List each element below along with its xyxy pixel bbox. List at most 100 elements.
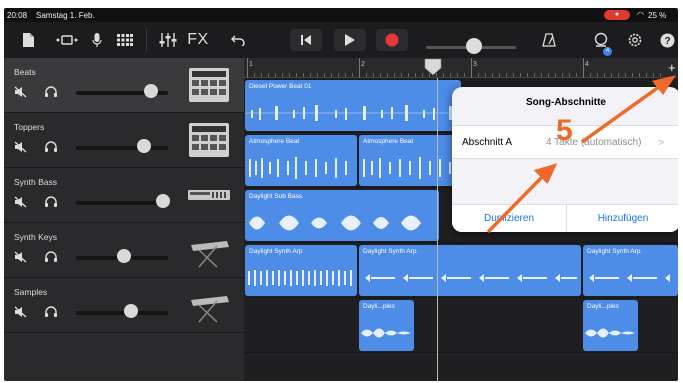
track-volume-slider[interactable] xyxy=(156,194,171,208)
solo-headphones-icon[interactable] xyxy=(44,85,58,103)
microphone-icon[interactable] xyxy=(88,22,106,58)
track-name: Samples xyxy=(14,287,48,297)
ruler-tick xyxy=(422,73,423,77)
ruler-tick xyxy=(324,73,325,77)
add-button[interactable]: Hinzufügen xyxy=(566,205,678,232)
mute-speaker-icon[interactable] xyxy=(14,250,28,268)
region-toppers[interactable]: Atmosphere Beat xyxy=(359,135,461,186)
tracks-view-icon[interactable] xyxy=(114,22,136,58)
help-icon[interactable]: ? xyxy=(656,22,678,58)
region-label: Dayli...ples xyxy=(587,303,619,310)
my-songs-icon[interactable] xyxy=(18,22,38,58)
popover-title: Song-Abschnitte xyxy=(526,97,606,108)
mute-speaker-icon[interactable] xyxy=(14,305,28,323)
track-headers: Beats Toppers Synth Bass Synth Keys Samples xyxy=(4,58,244,381)
region-synth-keys[interactable]: Daylight Synth Arp xyxy=(245,245,357,296)
garageband-screen: 20:08 Samstag 1. Feb. ● ◠ 25 % FX 4 ? Be… xyxy=(4,8,678,381)
bar-number: 4 xyxy=(585,61,589,68)
browser-icon[interactable] xyxy=(54,22,80,58)
settings-gear-icon[interactable] xyxy=(624,22,646,58)
track-name: Beats xyxy=(14,67,36,77)
region-synth-bass[interactable]: Daylight Sub Bass xyxy=(245,190,439,241)
ruler-tick xyxy=(408,73,409,77)
ruler-tick xyxy=(373,73,374,77)
ruler-tick xyxy=(660,73,661,77)
track-name: Synth Bass xyxy=(14,177,57,187)
solo-headphones-icon[interactable] xyxy=(44,195,58,213)
add-song-section-button[interactable]: + xyxy=(668,60,676,75)
ruler-tick xyxy=(590,73,591,77)
region-synth-keys[interactable]: Daylight Synth Arp xyxy=(583,245,678,296)
ruler-tick xyxy=(261,73,262,77)
region-waveform xyxy=(361,328,411,338)
track-header[interactable]: Synth Bass xyxy=(4,168,244,223)
ruler-tick xyxy=(562,73,563,77)
ruler-tick xyxy=(380,73,381,77)
region-label: Daylight Synth Arp xyxy=(587,248,641,255)
track-header[interactable]: Toppers xyxy=(4,113,244,168)
region-synth-keys[interactable]: Daylight Synth Arp xyxy=(359,245,581,296)
ruler-tick xyxy=(555,73,556,77)
ruler-tick xyxy=(289,73,290,77)
region-waveform xyxy=(245,105,461,121)
region-label: Daylight Sub Bass xyxy=(249,193,303,200)
section-name: Abschnitt A xyxy=(462,137,513,148)
duplicate-button[interactable]: Duplizieren xyxy=(452,205,566,232)
mute-speaker-icon[interactable] xyxy=(14,85,28,103)
ruler-tick xyxy=(303,73,304,77)
bar-marker xyxy=(359,58,360,78)
rewind-button[interactable] xyxy=(290,29,322,51)
track-volume-slider[interactable] xyxy=(116,249,131,263)
region-label: Atmosphere Beat xyxy=(363,138,414,145)
mute-speaker-icon[interactable] xyxy=(14,140,28,158)
notification-badge: 4 xyxy=(603,47,612,56)
ruler-tick xyxy=(639,73,640,77)
record-button[interactable] xyxy=(376,29,408,51)
solo-headphones-icon[interactable] xyxy=(44,305,58,323)
ruler-tick xyxy=(387,73,388,77)
ruler-tick xyxy=(443,73,444,77)
fx-button[interactable]: FX xyxy=(186,22,210,58)
ruler-tick xyxy=(520,73,521,77)
play-button[interactable] xyxy=(334,29,366,51)
step-number: 5 xyxy=(556,114,573,147)
ruler-tick xyxy=(632,73,633,77)
control-bar: FX 4 ? xyxy=(4,22,678,58)
master-volume-slider[interactable] xyxy=(466,38,482,54)
region-toppers[interactable]: Atmosphere Beat xyxy=(245,135,357,186)
bar-marker xyxy=(471,58,472,78)
timeline-ruler[interactable]: 1 2 3 4 + xyxy=(244,58,678,78)
solo-headphones-icon[interactable] xyxy=(44,250,58,268)
track-volume-slider[interactable] xyxy=(144,84,159,98)
region-beats[interactable]: Diesel Power Beat 01 xyxy=(245,80,461,131)
region-label: Dayli...ples xyxy=(363,303,395,310)
mic-indicator-icon: ● xyxy=(604,10,630,20)
metronome-icon[interactable] xyxy=(538,22,560,58)
region-label: Daylight Synth Arp xyxy=(249,248,303,255)
ruler-tick xyxy=(310,73,311,77)
ruler-tick xyxy=(611,73,612,77)
region-samples[interactable]: Dayli...ples xyxy=(359,300,414,351)
ruler-tick xyxy=(534,73,535,77)
mixer-icon[interactable] xyxy=(156,22,180,58)
track-header[interactable]: Beats xyxy=(4,58,244,113)
ruler-tick xyxy=(569,73,570,77)
ruler-tick xyxy=(254,73,255,77)
bar-number: 1 xyxy=(249,61,253,68)
region-samples[interactable]: Dayli...ples xyxy=(583,300,638,351)
ruler-tick xyxy=(366,73,367,77)
track-volume-slider[interactable] xyxy=(137,139,152,153)
solo-headphones-icon[interactable] xyxy=(44,140,58,158)
track-header[interactable]: Synth Keys xyxy=(4,223,244,278)
region-waveform xyxy=(249,157,347,179)
track-volume-slider[interactable] xyxy=(124,304,139,318)
track-header[interactable]: Samples xyxy=(4,278,244,333)
ruler-tick xyxy=(457,73,458,77)
ruler-tick xyxy=(625,73,626,77)
undo-icon[interactable] xyxy=(228,22,248,58)
ruler-tick xyxy=(415,73,416,77)
mute-speaker-icon[interactable] xyxy=(14,195,28,213)
instrument-icon xyxy=(187,66,231,104)
song-sections-popover: Song-Abschnitte Abschnitt A 4 Takte (aut… xyxy=(452,87,678,232)
ruler-tick xyxy=(597,73,598,77)
